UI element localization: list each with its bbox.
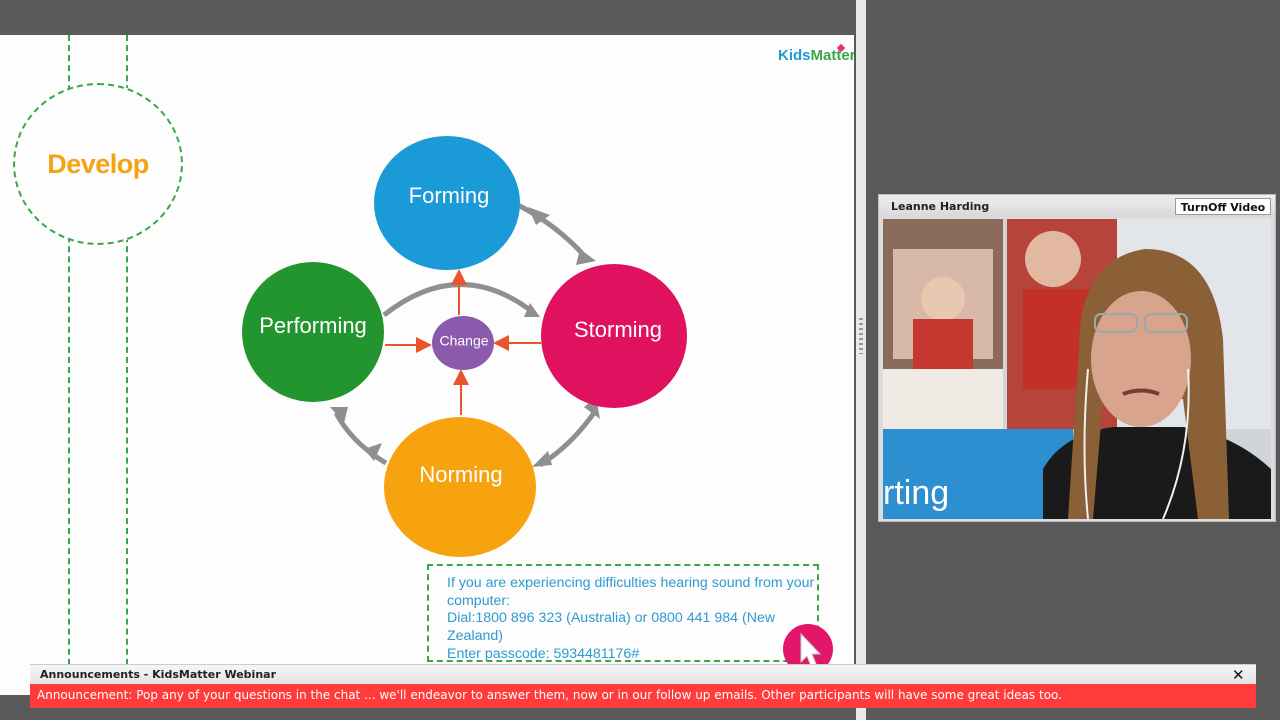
- webcam-video: rting: [883, 219, 1271, 519]
- arrow-forming-to-storming: [516, 202, 590, 262]
- presentation-slide: Develop KidsMatter Forming Storming Norm…: [0, 35, 854, 695]
- norming-label: Norming: [419, 462, 502, 487]
- close-icon[interactable]: ✕: [1232, 665, 1245, 685]
- info-line: Dial:1800 896 323 (Australia) or 0800 44…: [447, 610, 776, 627]
- performing-label: Performing: [259, 313, 367, 338]
- turn-off-video-button[interactable]: TurnOff Video: [1175, 198, 1271, 215]
- announcements-title: Announcements - KidsMatter Webinar: [40, 668, 277, 681]
- announcement-message: Announcement: Pop any of your questions …: [37, 688, 1062, 702]
- storming-label: Storming: [574, 317, 662, 342]
- webcam-feed-image: rting: [883, 219, 1271, 519]
- video-header: Leanne Harding TurnOff Video: [879, 195, 1275, 217]
- stage-forming: Forming: [374, 136, 520, 270]
- info-line: Zealand): [447, 628, 503, 645]
- video-panel: Leanne Harding TurnOff Video rting: [878, 194, 1276, 522]
- change-label: Change: [439, 333, 488, 349]
- info-line: Enter passcode: 5934481176#: [447, 645, 640, 662]
- announcement-message-row: Announcement: Pop any of your questions …: [30, 684, 1256, 708]
- info-line: computer:: [447, 592, 511, 609]
- info-line: If you are experiencing difficulties hea…: [447, 575, 815, 591]
- stage-norming: Norming: [384, 417, 536, 557]
- presenter-name: Leanne Harding: [891, 200, 990, 213]
- announcements-bar: Announcements - KidsMatter Webinar ✕: [30, 664, 1256, 685]
- stage-change: Change: [432, 316, 494, 370]
- panel-splitter[interactable]: [856, 0, 866, 720]
- banner-text: rting: [883, 474, 949, 512]
- audio-help-box: If you are experiencing difficulties hea…: [427, 564, 819, 662]
- splitter-grip-icon[interactable]: [859, 318, 863, 354]
- stage-performing: Performing: [242, 262, 384, 402]
- top-bar: [0, 0, 860, 34]
- forming-label: Forming: [409, 183, 490, 208]
- stage-storming: Storming: [541, 264, 687, 408]
